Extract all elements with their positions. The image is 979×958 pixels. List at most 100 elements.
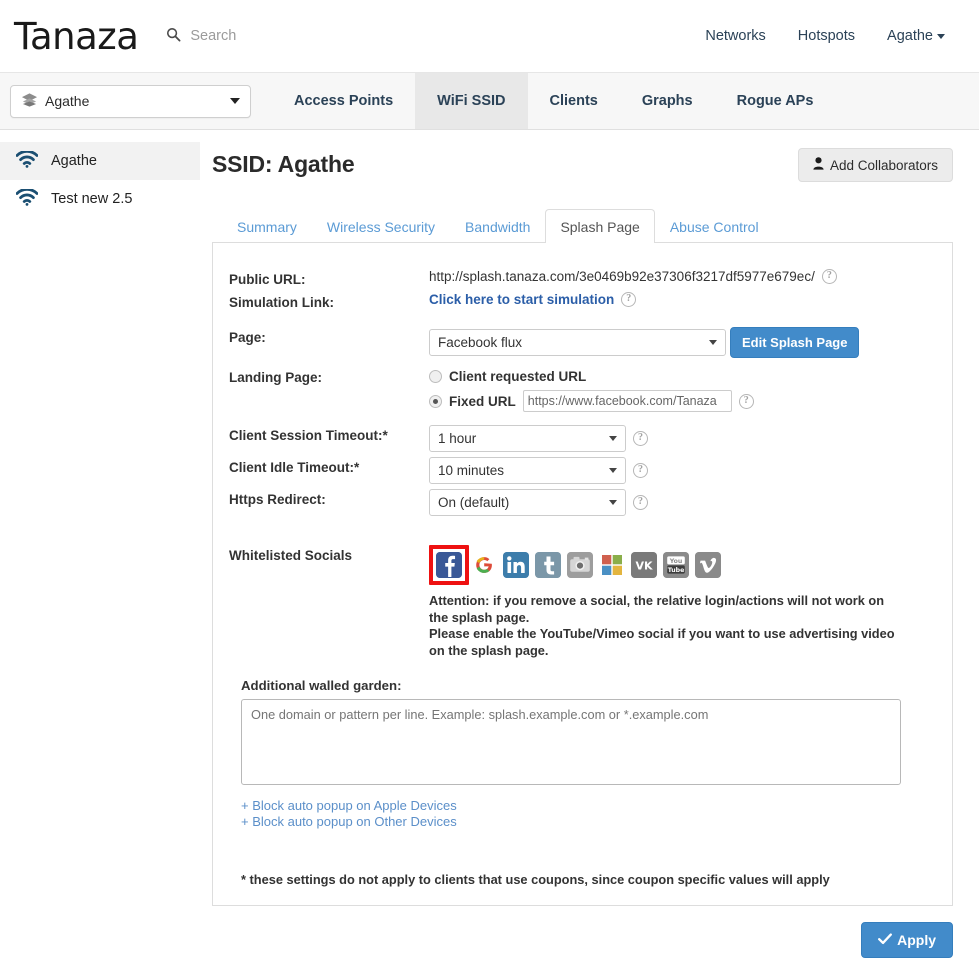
tab-access-points[interactable]: Access Points	[272, 73, 415, 129]
chevron-down-icon	[937, 33, 945, 39]
social-twitter-wrapper	[535, 552, 561, 578]
apply-bar: Apply	[212, 906, 953, 958]
chevron-down-icon	[609, 468, 617, 473]
tab-abuse-control[interactable]: Abuse Control	[655, 209, 774, 243]
help-icon[interactable]: ?	[821, 269, 837, 284]
socials-list: VK You Tube	[429, 545, 932, 585]
google-plus-icon[interactable]	[471, 552, 497, 578]
page-layout: Agathe Test new 2.5 SSID: Agathe Add Col…	[0, 130, 979, 958]
wifi-icon	[15, 149, 39, 172]
apply-button[interactable]: Apply	[861, 922, 953, 958]
facebook-icon[interactable]	[436, 552, 462, 578]
tab-bandwidth[interactable]: Bandwidth	[450, 209, 545, 243]
walled-garden-label: Additional walled garden:	[241, 678, 402, 693]
idle-timeout-select[interactable]: 10 minutes	[429, 457, 626, 484]
network-selector[interactable]: Agathe	[10, 84, 251, 118]
chevron-down-icon	[230, 98, 240, 104]
tab-graphs[interactable]: Graphs	[620, 73, 715, 129]
vkontakte-icon[interactable]: VK	[631, 552, 657, 578]
page-header: SSID: Agathe Add Collaborators	[212, 148, 953, 182]
sidebar: Agathe Test new 2.5	[0, 130, 200, 218]
social-microsoft-wrapper	[599, 552, 625, 578]
linkedin-icon[interactable]	[503, 552, 529, 578]
sidebar-item-label: Agathe	[51, 153, 97, 169]
landing-option-client-requested[interactable]: Client requested URL	[429, 369, 754, 384]
splash-page-panel: Public URL: http://splash.tanaza.com/3e0…	[212, 243, 953, 906]
row-https-redirect: Https Redirect: On (default) ?	[229, 489, 932, 516]
svg-text:You: You	[669, 558, 683, 565]
public-url-label: Public URL:	[229, 272, 306, 287]
page-title: SSID: Agathe	[212, 151, 355, 177]
add-collaborators-label: Add Collaborators	[829, 157, 938, 173]
layers-stack-icon	[21, 92, 38, 111]
brand-logo[interactable]: Tanaza	[14, 18, 139, 55]
tab-wifi-ssid[interactable]: WiFi SSID	[415, 73, 528, 129]
idle-timeout-value: 10 minutes	[438, 463, 505, 478]
landing-page-label: Landing Page:	[229, 370, 323, 385]
https-redirect-label: Https Redirect:	[229, 492, 326, 507]
session-timeout-label: Client Session Timeout:*	[229, 428, 388, 443]
settings-tabs: Summary Wireless Security Bandwidth Spla…	[212, 209, 953, 243]
vimeo-icon[interactable]	[695, 552, 721, 578]
radio-client-requested-url[interactable]	[429, 370, 442, 383]
search-input[interactable]: Search	[190, 28, 236, 44]
nav-account-menu[interactable]: Agathe	[887, 28, 945, 44]
chevron-down-icon	[709, 340, 717, 345]
youtube-icon[interactable]: You Tube	[663, 552, 689, 578]
fixed-url-input[interactable]	[522, 390, 732, 412]
nav-networks[interactable]: Networks	[705, 28, 765, 44]
page-label: Page:	[229, 330, 266, 345]
help-icon[interactable]: ?	[633, 431, 648, 446]
coupon-footnote: * these settings do not apply to clients…	[241, 872, 830, 887]
block-other-devices-link[interactable]: + Block auto popup on Other Devices	[241, 814, 457, 829]
socials-attention-note: Attention: if you remove a social, the r…	[429, 593, 899, 659]
sidebar-item-test-new-25[interactable]: Test new 2.5	[0, 180, 200, 218]
session-timeout-select[interactable]: 1 hour	[429, 425, 626, 452]
row-public-url: Public URL: http://splash.tanaza.com/3e0…	[229, 269, 932, 287]
social-vimeo-wrapper	[695, 552, 721, 578]
https-redirect-value: On (default)	[438, 495, 510, 510]
apply-label: Apply	[897, 932, 936, 948]
edit-splash-page-button[interactable]: Edit Splash Page	[730, 327, 860, 358]
social-youtube-wrapper: You Tube	[663, 552, 689, 578]
check-icon	[878, 932, 893, 948]
wifi-icon	[15, 187, 39, 210]
top-nav: Networks Hotspots Agathe	[705, 28, 961, 44]
help-icon[interactable]: ?	[738, 393, 754, 409]
network-selector-value: Agathe	[45, 93, 90, 109]
tab-rogue-aps[interactable]: Rogue APs	[715, 73, 836, 129]
start-simulation-link[interactable]: Click here to start simulation	[429, 292, 614, 307]
social-facebook-wrapper	[429, 545, 469, 585]
add-collaborators-button[interactable]: Add Collaborators	[797, 148, 953, 182]
block-apple-devices-link[interactable]: + Block auto popup on Apple Devices	[241, 798, 457, 813]
tab-wireless-security[interactable]: Wireless Security	[312, 209, 450, 243]
splash-page-select[interactable]: Facebook flux	[429, 329, 726, 356]
row-simulation-link: Simulation Link: Click here to start sim…	[229, 292, 932, 310]
secondary-nav-bar: Agathe Access Points WiFi SSID Clients G…	[0, 72, 979, 130]
social-google-plus-wrapper	[471, 552, 497, 578]
tab-summary[interactable]: Summary	[222, 209, 312, 243]
sidebar-item-label: Test new 2.5	[51, 191, 133, 207]
help-icon[interactable]: ?	[633, 463, 648, 478]
tab-splash-page[interactable]: Splash Page	[545, 209, 655, 243]
attention-line-2: Please enable the YouTube/Vimeo social i…	[429, 626, 895, 658]
session-timeout-value: 1 hour	[438, 431, 477, 446]
global-search[interactable]: Search	[166, 27, 236, 45]
microsoft-icon[interactable]	[599, 552, 625, 578]
radio-fixed-url-label: Fixed URL	[449, 393, 516, 409]
https-redirect-select[interactable]: On (default)	[429, 489, 626, 516]
tab-clients[interactable]: Clients	[528, 73, 620, 129]
sidebar-item-agathe[interactable]: Agathe	[0, 142, 200, 180]
walled-garden-textarea[interactable]	[241, 699, 901, 785]
help-icon[interactable]: ?	[633, 495, 648, 510]
row-landing-page: Landing Page: Client requested URL Fixed…	[229, 367, 932, 412]
block-popup-links: + Block auto popup on Apple Devices + Bl…	[241, 798, 932, 829]
radio-client-requested-label: Client requested URL	[449, 369, 587, 384]
instagram-icon[interactable]	[567, 552, 593, 578]
help-icon[interactable]: ?	[621, 292, 637, 307]
twitter-icon[interactable]	[535, 552, 561, 578]
nav-hotspots[interactable]: Hotspots	[798, 28, 855, 44]
whitelisted-socials-label: Whitelisted Socials	[229, 548, 353, 563]
landing-option-fixed-url[interactable]: Fixed URL ?	[429, 390, 754, 412]
radio-fixed-url[interactable]	[429, 394, 442, 408]
